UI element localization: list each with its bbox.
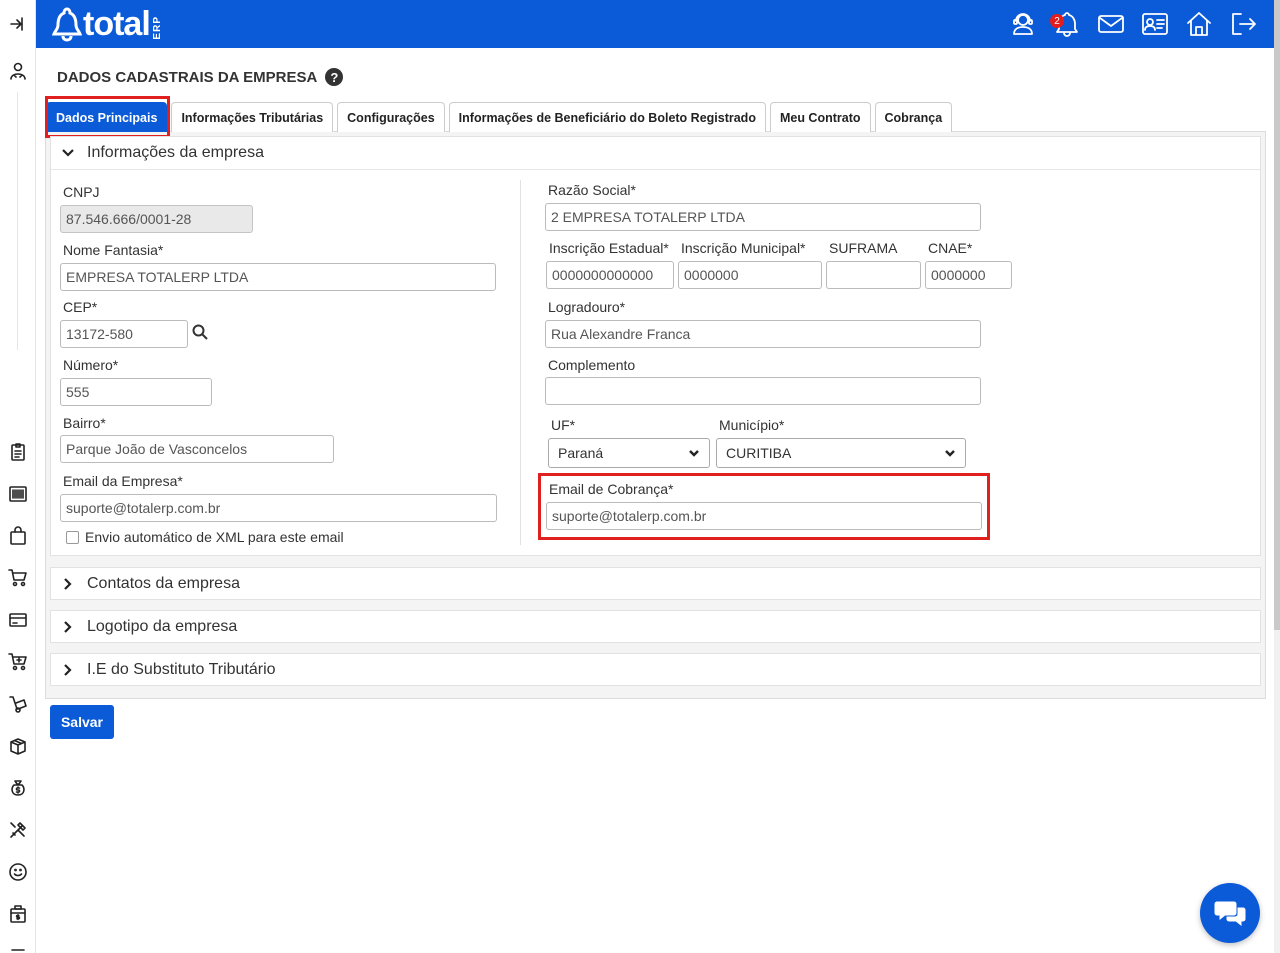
logo-bell-icon xyxy=(52,7,82,42)
uf-select[interactable]: Paraná xyxy=(548,438,710,468)
save-button[interactable]: Salvar xyxy=(50,705,114,739)
page-title: DADOS CADASTRAIS DA EMPRESA xyxy=(57,68,318,86)
clipboard-icon[interactable] xyxy=(8,442,28,462)
municipio-label: Município* xyxy=(719,417,785,433)
support-agent-icon[interactable] xyxy=(1008,8,1038,40)
chat-button[interactable] xyxy=(1200,883,1260,943)
inscricao-municipal-label: Inscrição Municipal* xyxy=(681,240,806,256)
chevron-right-icon xyxy=(64,664,72,676)
top-bar: total ERP 2 xyxy=(36,0,1274,48)
cnpj-field: 87.546.666/0001-28 xyxy=(60,205,253,233)
chevron-right-icon xyxy=(64,621,72,633)
cart-add-icon[interactable] xyxy=(8,652,28,672)
section-title: Contatos da empresa xyxy=(87,575,240,592)
cnae-label: CNAE* xyxy=(928,240,973,256)
section-header[interactable]: Informações da empresa xyxy=(51,137,1260,170)
barcode-icon[interactable] xyxy=(8,484,28,504)
bairro-field[interactable]: Parque João de Vasconcelos xyxy=(60,435,334,463)
credit-card-icon[interactable] xyxy=(8,610,28,630)
header-icons: 2 xyxy=(1008,8,1258,40)
notification-badge: 2 xyxy=(1050,14,1064,28)
envio-xml-checkbox[interactable] xyxy=(66,530,79,544)
chevron-down-icon xyxy=(62,149,74,157)
left-sidebar xyxy=(0,0,36,953)
section-contatos-empresa[interactable]: Contatos da empresa xyxy=(50,567,1261,600)
help-icon[interactable]: ? xyxy=(325,68,344,86)
more-icon[interactable] xyxy=(8,944,28,953)
section-title: I.E do Substituto Tributário xyxy=(87,661,276,678)
users-icon[interactable] xyxy=(8,61,28,81)
home-icon[interactable] xyxy=(1184,8,1214,40)
section-logotipo-empresa[interactable]: Logotipo da empresa xyxy=(50,610,1261,643)
sidebar-divider xyxy=(17,92,18,350)
nome-fantasia-field[interactable]: EMPRESA TOTALERP LTDA xyxy=(60,263,496,291)
shopping-bag-icon[interactable] xyxy=(8,526,28,546)
razao-social-label: Razão Social* xyxy=(548,182,636,198)
tab-cobranca[interactable]: Cobrança xyxy=(874,102,953,132)
complemento-label: Complemento xyxy=(548,357,636,373)
scrollbar-thumb[interactable] xyxy=(1274,0,1280,630)
logo-suffix: ERP xyxy=(151,16,163,40)
cnpj-label: CNPJ xyxy=(63,184,100,200)
municipio-selected-value: CURITIBA xyxy=(726,445,792,461)
inscricao-estadual-field[interactable]: 0000000000000 xyxy=(546,261,674,289)
logo-text: total xyxy=(83,5,151,43)
section-ie-substituto[interactable]: I.E do Substituto Tributário xyxy=(50,653,1261,686)
cep-field[interactable]: 13172-580 xyxy=(60,320,188,348)
complemento-field[interactable] xyxy=(545,377,981,405)
chevron-down-icon xyxy=(689,450,699,457)
tab-meu-contrato[interactable]: Meu Contrato xyxy=(769,102,871,132)
cart-icon[interactable] xyxy=(8,568,28,588)
chat-bubbles-icon xyxy=(1214,901,1246,927)
tab-bar: Dados Principais Informações Tributárias… xyxy=(46,102,953,132)
search-cep-icon[interactable] xyxy=(192,324,210,342)
bell-icon[interactable]: 2 xyxy=(1050,8,1082,40)
nome-fantasia-label: Nome Fantasia* xyxy=(63,242,164,258)
uf-selected-value: Paraná xyxy=(558,445,604,461)
mail-icon[interactable] xyxy=(1096,8,1126,40)
inscricao-municipal-field[interactable]: 0000000 xyxy=(678,261,822,289)
envio-xml-label: Envio automático de XML para este email xyxy=(85,529,344,545)
cnae-field[interactable]: 0000000 xyxy=(925,261,1012,289)
contact-card-icon[interactable] xyxy=(1140,8,1170,40)
numero-field[interactable]: 555 xyxy=(60,378,212,406)
tab-configuracoes[interactable]: Configurações xyxy=(337,102,445,132)
money-bag-icon[interactable] xyxy=(8,778,28,798)
cep-label: CEP* xyxy=(63,299,98,315)
smiley-icon[interactable] xyxy=(8,862,28,882)
page-header: DADOS CADASTRAIS DA EMPRESA ? xyxy=(57,68,344,86)
section-title: Logotipo da empresa xyxy=(87,618,238,635)
page-scrollbar[interactable] xyxy=(1274,0,1280,953)
bairro-label: Bairro* xyxy=(63,415,106,431)
envio-xml-checkbox-row[interactable]: Envio automático de XML para este email xyxy=(66,529,344,545)
municipio-select[interactable]: CURITIBA xyxy=(716,438,966,468)
email-empresa-field[interactable]: suporte@totalerp.com.br xyxy=(60,494,497,522)
logradouro-field[interactable]: Rua Alexandre Franca xyxy=(545,320,981,348)
logradouro-label: Logradouro* xyxy=(548,299,626,315)
uf-label: UF* xyxy=(551,417,576,433)
inscricao-estadual-label: Inscrição Estadual* xyxy=(549,240,669,256)
tab-informacoes-tributarias[interactable]: Informações Tributárias xyxy=(171,102,334,132)
logout-icon[interactable] xyxy=(1228,8,1258,40)
section-title: Informações da empresa xyxy=(87,144,264,161)
suframa-label: SUFRAMA xyxy=(829,240,898,256)
tab-highlight-box xyxy=(45,96,170,138)
numero-label: Número* xyxy=(63,357,119,373)
razao-social-field[interactable]: 2 EMPRESA TOTALERP LTDA xyxy=(545,203,981,231)
tab-beneficiario-boleto[interactable]: Informações de Beneficiário do Boleto Re… xyxy=(448,102,766,132)
tools-icon[interactable] xyxy=(8,820,28,840)
box-icon[interactable] xyxy=(8,736,28,756)
email-cobranca-highlight-box xyxy=(538,473,990,540)
cash-register-icon[interactable] xyxy=(8,904,28,924)
pin-icon[interactable] xyxy=(8,14,28,34)
column-divider xyxy=(520,180,521,545)
hand-truck-icon[interactable] xyxy=(8,694,28,714)
logo[interactable]: total ERP xyxy=(52,5,163,43)
chevron-right-icon xyxy=(64,578,72,590)
chevron-down-icon xyxy=(945,450,955,457)
email-empresa-label: Email da Empresa* xyxy=(63,473,183,489)
suframa-field[interactable] xyxy=(826,261,921,289)
